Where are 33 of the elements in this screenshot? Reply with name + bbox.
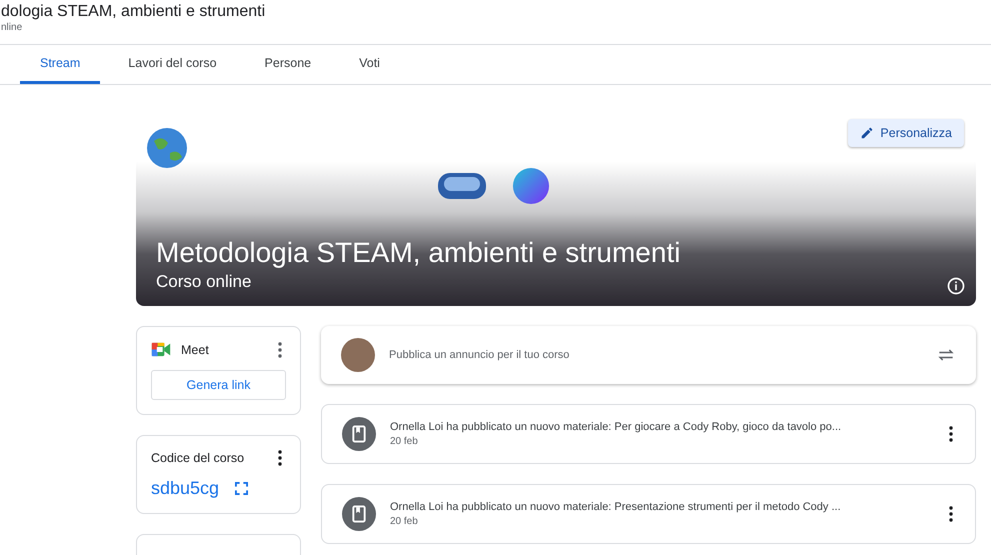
course-code-label: Codice del corso (151, 451, 246, 465)
more-icon[interactable] (278, 342, 282, 358)
tab[interactable]: Lavori del corso (108, 45, 237, 84)
post-card[interactable]: Ornella Loi ha pubblicato un nuovo materiale: Per giocare a Cody Roby, gioco da tavolo po... 20 feb (321, 404, 976, 464)
video-camera-icon (151, 341, 171, 358)
post-text: Ornella Loi ha pubblicato un nuovo materiale: Presentazione strumenti per il metodo Cody ... (390, 501, 842, 513)
more-icon[interactable] (278, 450, 282, 466)
more-icon[interactable] (949, 506, 953, 522)
course-code: sdbu5cg (151, 478, 220, 499)
post-date: 20 feb (390, 436, 419, 447)
tab[interactable]: Stream (20, 45, 100, 84)
more-icon[interactable] (949, 426, 953, 442)
banner-subtitle: Corso online (156, 272, 252, 292)
customize-button[interactable]: Personalizza (848, 119, 964, 147)
avatar-placeholder (341, 338, 375, 372)
generate-link-button[interactable]: Genera link (151, 370, 286, 400)
course-subtitle: nline (1, 22, 24, 33)
banner-title: Metodologia STEAM, ambienti e strumenti (156, 236, 680, 270)
announcement-placeholder: Pubblica un annuncio per il tuo corso (389, 349, 570, 361)
post-card[interactable]: Ornella Loi ha pubblicato un nuovo materiale: Presentazione strumenti per il metodo Cody ... 20 feb (321, 484, 976, 544)
material-icon (342, 497, 376, 531)
fullscreen-icon[interactable] (235, 482, 248, 495)
circle-logo-icon (512, 167, 550, 205)
post-date: 20 feb (390, 516, 419, 527)
info-icon[interactable] (946, 276, 966, 296)
meet-title: Meet (181, 342, 210, 356)
announcement-bar[interactable]: Pubblica un annuncio per il tuo corso (321, 326, 976, 384)
material-icon (342, 417, 376, 451)
tab[interactable]: Voti (339, 45, 400, 84)
course-title: dologia STEAM, ambienti e strumenti (1, 2, 266, 22)
tab[interactable]: Persone (244, 45, 332, 84)
post-text: Ornella Loi ha pubblicato un nuovo materiale: Per giocare a Cody Roby, gioco da tavolo po... (390, 421, 842, 433)
pencil-icon (860, 126, 874, 140)
